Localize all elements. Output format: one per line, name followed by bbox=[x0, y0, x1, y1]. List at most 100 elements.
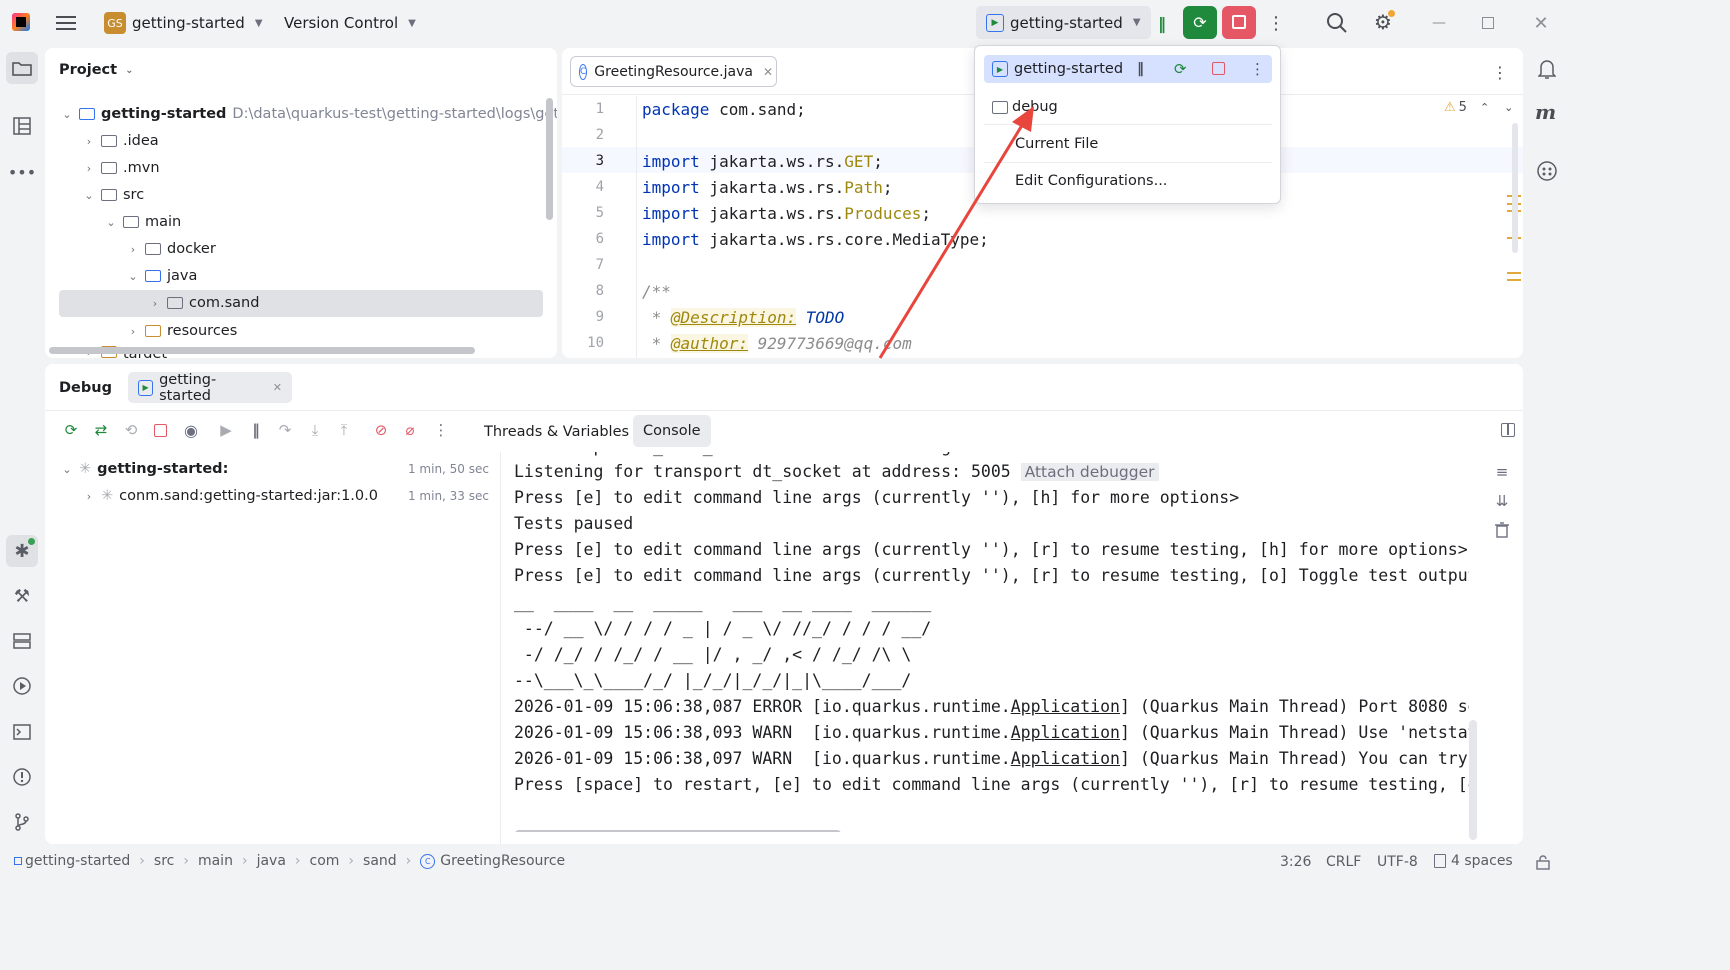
restart-frame-icon[interactable]: ⇄ bbox=[92, 421, 110, 439]
services-icon[interactable] bbox=[6, 625, 38, 657]
attach-debugger-link[interactable]: Attach debugger bbox=[1020, 463, 1159, 481]
scroll-to-end-icon[interactable]: ⇊ bbox=[1492, 491, 1512, 511]
popup-item-edit-configurations[interactable]: Edit Configurations... bbox=[1015, 170, 1167, 192]
close-tab-icon[interactable]: ✕ bbox=[763, 65, 773, 79]
breadcrumb-item[interactable]: com bbox=[310, 853, 340, 869]
vcs-selector[interactable]: Version Control ▼ bbox=[278, 9, 422, 37]
tree-item-src[interactable]: ⌄ src bbox=[81, 183, 144, 207]
console-v-scrollbar[interactable] bbox=[1469, 720, 1477, 840]
breadcrumb-item[interactable]: sand bbox=[363, 853, 397, 869]
project-v-scrollbar[interactable] bbox=[546, 98, 553, 220]
breadcrumb-item[interactable]: GreetingResource bbox=[440, 853, 565, 869]
resume-icon[interactable]: ▶ bbox=[217, 421, 235, 439]
tree-item-mvn[interactable]: › .mvn bbox=[81, 156, 160, 180]
terminal-icon[interactable] bbox=[6, 716, 38, 748]
close-tab-icon[interactable]: ✕ bbox=[273, 381, 282, 394]
tree-item-docker[interactable]: › docker bbox=[125, 237, 216, 261]
popup-more-icon[interactable]: ⋮ bbox=[1250, 60, 1265, 78]
notifications-bell-icon[interactable] bbox=[1536, 58, 1558, 80]
tree-item-idea[interactable]: › .idea bbox=[81, 129, 159, 153]
soft-wrap-icon[interactable]: ≡ bbox=[1492, 462, 1512, 482]
search-icon[interactable] bbox=[1326, 12, 1348, 34]
step-out-icon[interactable]: ⤒ bbox=[335, 421, 353, 439]
view-breakpoints-icon[interactable]: ⊘ bbox=[372, 421, 390, 439]
settings-gear-icon[interactable]: ⚙ bbox=[1371, 10, 1395, 34]
rerun-icon[interactable]: ⟳ bbox=[62, 421, 80, 439]
package-icon bbox=[167, 297, 183, 309]
clear-all-trash-icon[interactable] bbox=[1492, 520, 1512, 540]
more-debug-actions-icon[interactable]: ⋮ bbox=[432, 421, 450, 439]
console-ascii-line: __ ____ __ _____ ___ __ ____ ______ bbox=[514, 593, 932, 612]
popup-item-current-file[interactable]: Current File bbox=[1015, 133, 1098, 155]
popup-rerun-icon[interactable]: ⟳ bbox=[1174, 60, 1187, 78]
project-h-scrollbar[interactable] bbox=[49, 347, 475, 354]
console-output[interactable]: Picked up JAVA_TOOL_OPTIONS: -Dfile.enco… bbox=[501, 452, 1469, 832]
popup-active-config-row[interactable]: ▶ getting-started ‖ ⟳ ⋮ bbox=[984, 55, 1272, 83]
close-window-icon[interactable]: ✕ bbox=[1530, 12, 1552, 34]
console-log-line: 2026-01-09 15:06:38,087 ERROR [io.quarku… bbox=[514, 697, 1469, 723]
breadcrumb-item[interactable]: getting-started bbox=[25, 853, 130, 869]
class-link[interactable]: Application bbox=[1011, 697, 1120, 716]
popup-pause-icon[interactable]: ‖ bbox=[1137, 61, 1144, 77]
problems-icon[interactable] bbox=[6, 761, 38, 793]
run-config-selector[interactable]: ▶ getting-started ▼ bbox=[976, 6, 1151, 39]
session-row[interactable]: › ✳ conm.sand:getting-started:jar:1.0.0 … bbox=[81, 485, 489, 507]
popup-item-debug[interactable]: debug bbox=[992, 96, 1058, 118]
tree-item-resources[interactable]: › resources bbox=[125, 319, 237, 343]
tree-root[interactable]: ⌄ getting-started D:\data\quarkus-test\g… bbox=[59, 102, 557, 126]
rerun-failed-icon[interactable]: ⟲ bbox=[122, 421, 140, 439]
warning-stripe-mark[interactable] bbox=[1507, 272, 1521, 274]
minimize-icon[interactable]: — bbox=[1428, 12, 1450, 34]
tab-threads-variables[interactable]: Threads & Variables bbox=[476, 417, 637, 447]
annotation-name: Path bbox=[844, 177, 883, 197]
file-encoding[interactable]: UTF-8 bbox=[1377, 854, 1418, 870]
layout-settings-icon[interactable] bbox=[1501, 423, 1515, 437]
project-panel-header[interactable]: Project ⌄ bbox=[59, 62, 133, 78]
stop-button[interactable] bbox=[1222, 6, 1256, 39]
breadcrumb-item[interactable]: java bbox=[257, 853, 286, 869]
class-link[interactable]: Application bbox=[1011, 749, 1120, 768]
caret-position[interactable]: 3:26 bbox=[1280, 854, 1311, 870]
tree-item-com-sand[interactable]: › com.sand bbox=[147, 291, 260, 315]
rerun-debug-button[interactable]: ⟳ bbox=[1183, 6, 1217, 39]
popup-stop-icon[interactable] bbox=[1212, 62, 1225, 75]
console-h-scrollbar[interactable] bbox=[515, 830, 841, 832]
build-hammer-icon[interactable]: ⚒ bbox=[6, 580, 38, 612]
breadcrumb-item[interactable]: main bbox=[198, 853, 233, 869]
editor-tab-active[interactable]: C GreetingResource.java ✕ bbox=[570, 56, 777, 87]
view-breakpoints-eye-icon[interactable]: ◉ bbox=[178, 421, 204, 440]
project-selector[interactable]: GS getting-started ▼ bbox=[98, 9, 269, 37]
lock-icon[interactable] bbox=[1536, 855, 1550, 870]
more-tools-icon[interactable]: ••• bbox=[6, 156, 38, 188]
structure-icon[interactable] bbox=[6, 110, 38, 142]
stop-icon[interactable] bbox=[151, 421, 169, 439]
session-row[interactable]: ⌄ ✳ getting-started: 1 min, 50 sec bbox=[59, 458, 489, 480]
project-tool-folder-icon[interactable] bbox=[6, 52, 38, 84]
editor-v-scrollbar[interactable] bbox=[1512, 123, 1518, 253]
step-over-icon[interactable]: ↷ bbox=[276, 421, 294, 439]
warning-stripe-mark[interactable] bbox=[1507, 279, 1521, 281]
maximize-icon[interactable] bbox=[1482, 17, 1494, 29]
session-name: conm.sand:getting-started:jar:1.0.0 bbox=[119, 488, 378, 504]
main-menu-icon[interactable] bbox=[54, 12, 78, 34]
pause-icon[interactable]: ‖ bbox=[1150, 12, 1174, 34]
breadcrumb-item[interactable]: src bbox=[154, 853, 174, 869]
line-separator[interactable]: CRLF bbox=[1326, 854, 1361, 870]
tab-console[interactable]: Console bbox=[633, 415, 711, 447]
pause-icon[interactable]: ‖ bbox=[247, 421, 265, 439]
maven-icon[interactable]: m bbox=[1535, 100, 1561, 124]
console-ascii-line: --\___\_\____/_/ |_/_/|_/_/|_|\____/___/ bbox=[514, 671, 912, 690]
more-actions-icon[interactable]: ⋮ bbox=[1267, 12, 1285, 34]
git-branch-icon[interactable] bbox=[6, 806, 38, 838]
step-into-icon[interactable]: ⤓ bbox=[306, 421, 324, 439]
class-link[interactable]: Application bbox=[1011, 723, 1120, 742]
debug-session-tab[interactable]: ▶ getting-started ✕ bbox=[128, 372, 292, 404]
tree-item-main[interactable]: ⌄ main bbox=[103, 210, 181, 234]
debug-tool-bug-icon[interactable]: ✱ bbox=[6, 535, 38, 567]
mute-breakpoints-icon[interactable]: ⌀ bbox=[401, 421, 419, 439]
tree-item-java[interactable]: ⌄ java bbox=[125, 264, 197, 288]
editor-more-icon[interactable]: ⋮ bbox=[1492, 62, 1508, 82]
copilot-icon[interactable] bbox=[1536, 160, 1558, 182]
run-tool-icon[interactable] bbox=[6, 670, 38, 702]
indent-widget[interactable]: 4 spaces bbox=[1434, 853, 1513, 869]
